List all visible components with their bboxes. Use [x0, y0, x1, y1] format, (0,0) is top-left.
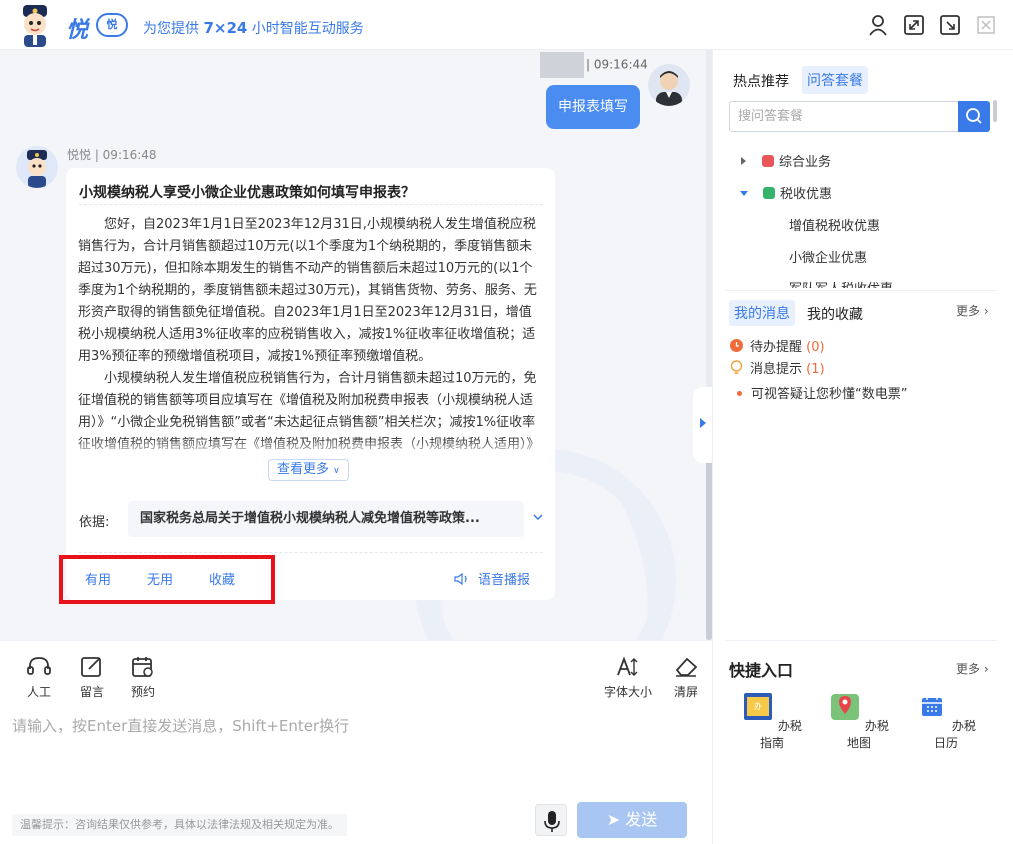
notice-item[interactable]: 可视答疑让您秒懂“数电票”: [737, 383, 907, 402]
quick-tax-guide[interactable]: 办 办税指南: [737, 690, 807, 751]
quick-tax-calendar[interactable]: 办税日历: [911, 690, 981, 751]
tax-guide-icon: 办: [744, 693, 773, 720]
bot-avatar: [16, 146, 58, 188]
tree-icon: [763, 187, 775, 199]
send-icon: ➤: [606, 810, 626, 829]
tab-my-favorites[interactable]: 我的收藏: [807, 304, 863, 324]
font-size-icon: [617, 656, 638, 676]
user-avatar-icon: [656, 71, 682, 106]
brand-name: 悦: [66, 18, 89, 43]
message-notice[interactable]: 消息提示 (1): [729, 358, 825, 377]
bot-message-meta: 悦悦 | 09:16:48: [67, 148, 157, 162]
divider: [79, 552, 543, 553]
user-message-bubble: 申报表填写: [546, 85, 640, 129]
bullet-icon: [737, 391, 742, 396]
chevron-down-icon[interactable]: [532, 511, 544, 523]
tree-item-general[interactable]: 综合业务: [741, 151, 831, 170]
user-avatar: [648, 64, 690, 106]
bot-avatar-icon: [27, 150, 47, 188]
tree-item-vat[interactable]: 增值税税收优惠: [789, 215, 880, 234]
collapse-panel-button[interactable]: [693, 387, 713, 463]
tab-my-messages[interactable]: 我的消息: [729, 300, 795, 326]
tree-item-tax-benefit[interactable]: 税收优惠: [740, 183, 832, 202]
user-icon[interactable]: [867, 14, 889, 36]
tab-hot-recommend[interactable]: 热点推荐: [733, 71, 789, 91]
view-more-button[interactable]: 查看更多 ∨: [268, 459, 349, 481]
appointment-button[interactable]: 预约: [130, 655, 156, 700]
basis-link[interactable]: 国家税务总局关于增值税小规模纳税人减免增值税等政策...: [128, 501, 524, 537]
headset-icon: [27, 657, 51, 675]
tree-icon: [762, 155, 774, 167]
human-agent-button[interactable]: 人工: [26, 655, 52, 700]
voice-broadcast-button[interactable]: 语音播报: [454, 569, 530, 588]
expand-icon[interactable]: [903, 14, 925, 36]
message-input[interactable]: 请输入，按Enter直接发送消息，Shift+Enter换行: [12, 715, 349, 736]
tree-item-military[interactable]: 军队军人税收优惠: [789, 278, 893, 288]
edit-icon: [81, 657, 101, 677]
calendar-grid-icon: [922, 696, 943, 716]
todo-reminder[interactable]: 待办提醒 (0): [729, 336, 825, 355]
calendar-icon: [132, 657, 153, 677]
bulb-icon: [730, 360, 743, 374]
mascot-logo-icon: [23, 5, 47, 47]
tree-clip: 军队军人税收优惠: [789, 278, 979, 288]
divider: [725, 640, 997, 641]
exit-icon[interactable]: [939, 14, 961, 36]
more-messages-link[interactable]: 更多 ›: [956, 302, 989, 319]
brand-badge: 悦: [96, 13, 128, 37]
tree-item-small-micro[interactable]: 小微企业优惠: [789, 247, 867, 266]
user-name-redacted: [540, 52, 584, 78]
quick-entry-title: 快捷入口: [729, 661, 794, 680]
highlight-box: [59, 555, 275, 604]
basis-label: 依据:: [79, 515, 110, 530]
slogan: 为您提供 7×24 小时智能互动服务: [143, 19, 364, 37]
font-size-button[interactable]: 字体大小: [604, 655, 652, 700]
answer-paragraph: 您好，自2023年1月1日至2023年12月31日,小规模纳税人发生增值税应税销…: [78, 217, 537, 364]
disclaimer-tip: 温馨提示：咨询结果仅供参考，具体以法律法规及相关规定为准。: [12, 814, 347, 836]
chat-panel[interactable]: | 09:16:44 申报表填写 悦悦 | 09:16:48 小规模纳税人享受小…: [0, 50, 706, 640]
chevron-down-icon: ∨: [333, 466, 340, 476]
microphone-icon: [544, 811, 560, 832]
caret-down-icon: [740, 191, 748, 196]
search-icon: [966, 108, 982, 124]
leave-message-button[interactable]: 留言: [79, 655, 105, 700]
search-button[interactable]: [958, 101, 990, 132]
answer-fade: [78, 438, 544, 458]
divider: [79, 204, 543, 205]
header-bar: 悦 悦 为您提供 7×24 小时智能互动服务: [0, 0, 1013, 50]
more-quick-link[interactable]: 更多 ›: [956, 660, 989, 677]
clock-icon: [730, 339, 743, 352]
speaker-icon: [454, 572, 467, 586]
quick-tax-map[interactable]: 办税地图: [824, 690, 894, 751]
svg-text:办: 办: [754, 701, 762, 711]
send-button[interactable]: ➤ 发送: [577, 802, 687, 838]
map-pin-icon: [831, 694, 860, 720]
input-area: 人工 留言 预约 字体大小 清屏 请输入，按Enter直接发送消息，Shift+…: [0, 640, 712, 844]
divider: [725, 290, 997, 291]
caret-right-icon: [741, 157, 746, 165]
voice-input-button[interactable]: [535, 804, 567, 836]
tree-scrollbar[interactable]: [993, 100, 997, 122]
tab-qa-package[interactable]: 问答套餐: [802, 66, 868, 94]
question-title: 小规模纳税人享受小微企业优惠政策如何填写申报表？: [79, 185, 415, 201]
clear-screen-button[interactable]: 清屏: [673, 655, 699, 700]
user-message-meta: | 09:16:44: [540, 52, 648, 78]
eraser-icon: [675, 657, 698, 677]
bot-answer-card: 小规模纳税人享受小微企业优惠政策如何填写申报表？ 您好，自2023年1月1日至2…: [66, 168, 555, 600]
answer-text: 您好，自2023年1月1日至2023年12月31日,小规模纳税人发生增值税应税销…: [78, 214, 544, 456]
arrow-right-icon: [700, 418, 706, 428]
right-sidebar: 热点推荐 问答套餐 搜问答套餐 综合业务 税收优惠 增值税税收优惠 小微企业优惠…: [712, 50, 1013, 844]
qa-search-input[interactable]: 搜问答套餐: [729, 101, 959, 132]
close-icon[interactable]: [975, 14, 997, 36]
